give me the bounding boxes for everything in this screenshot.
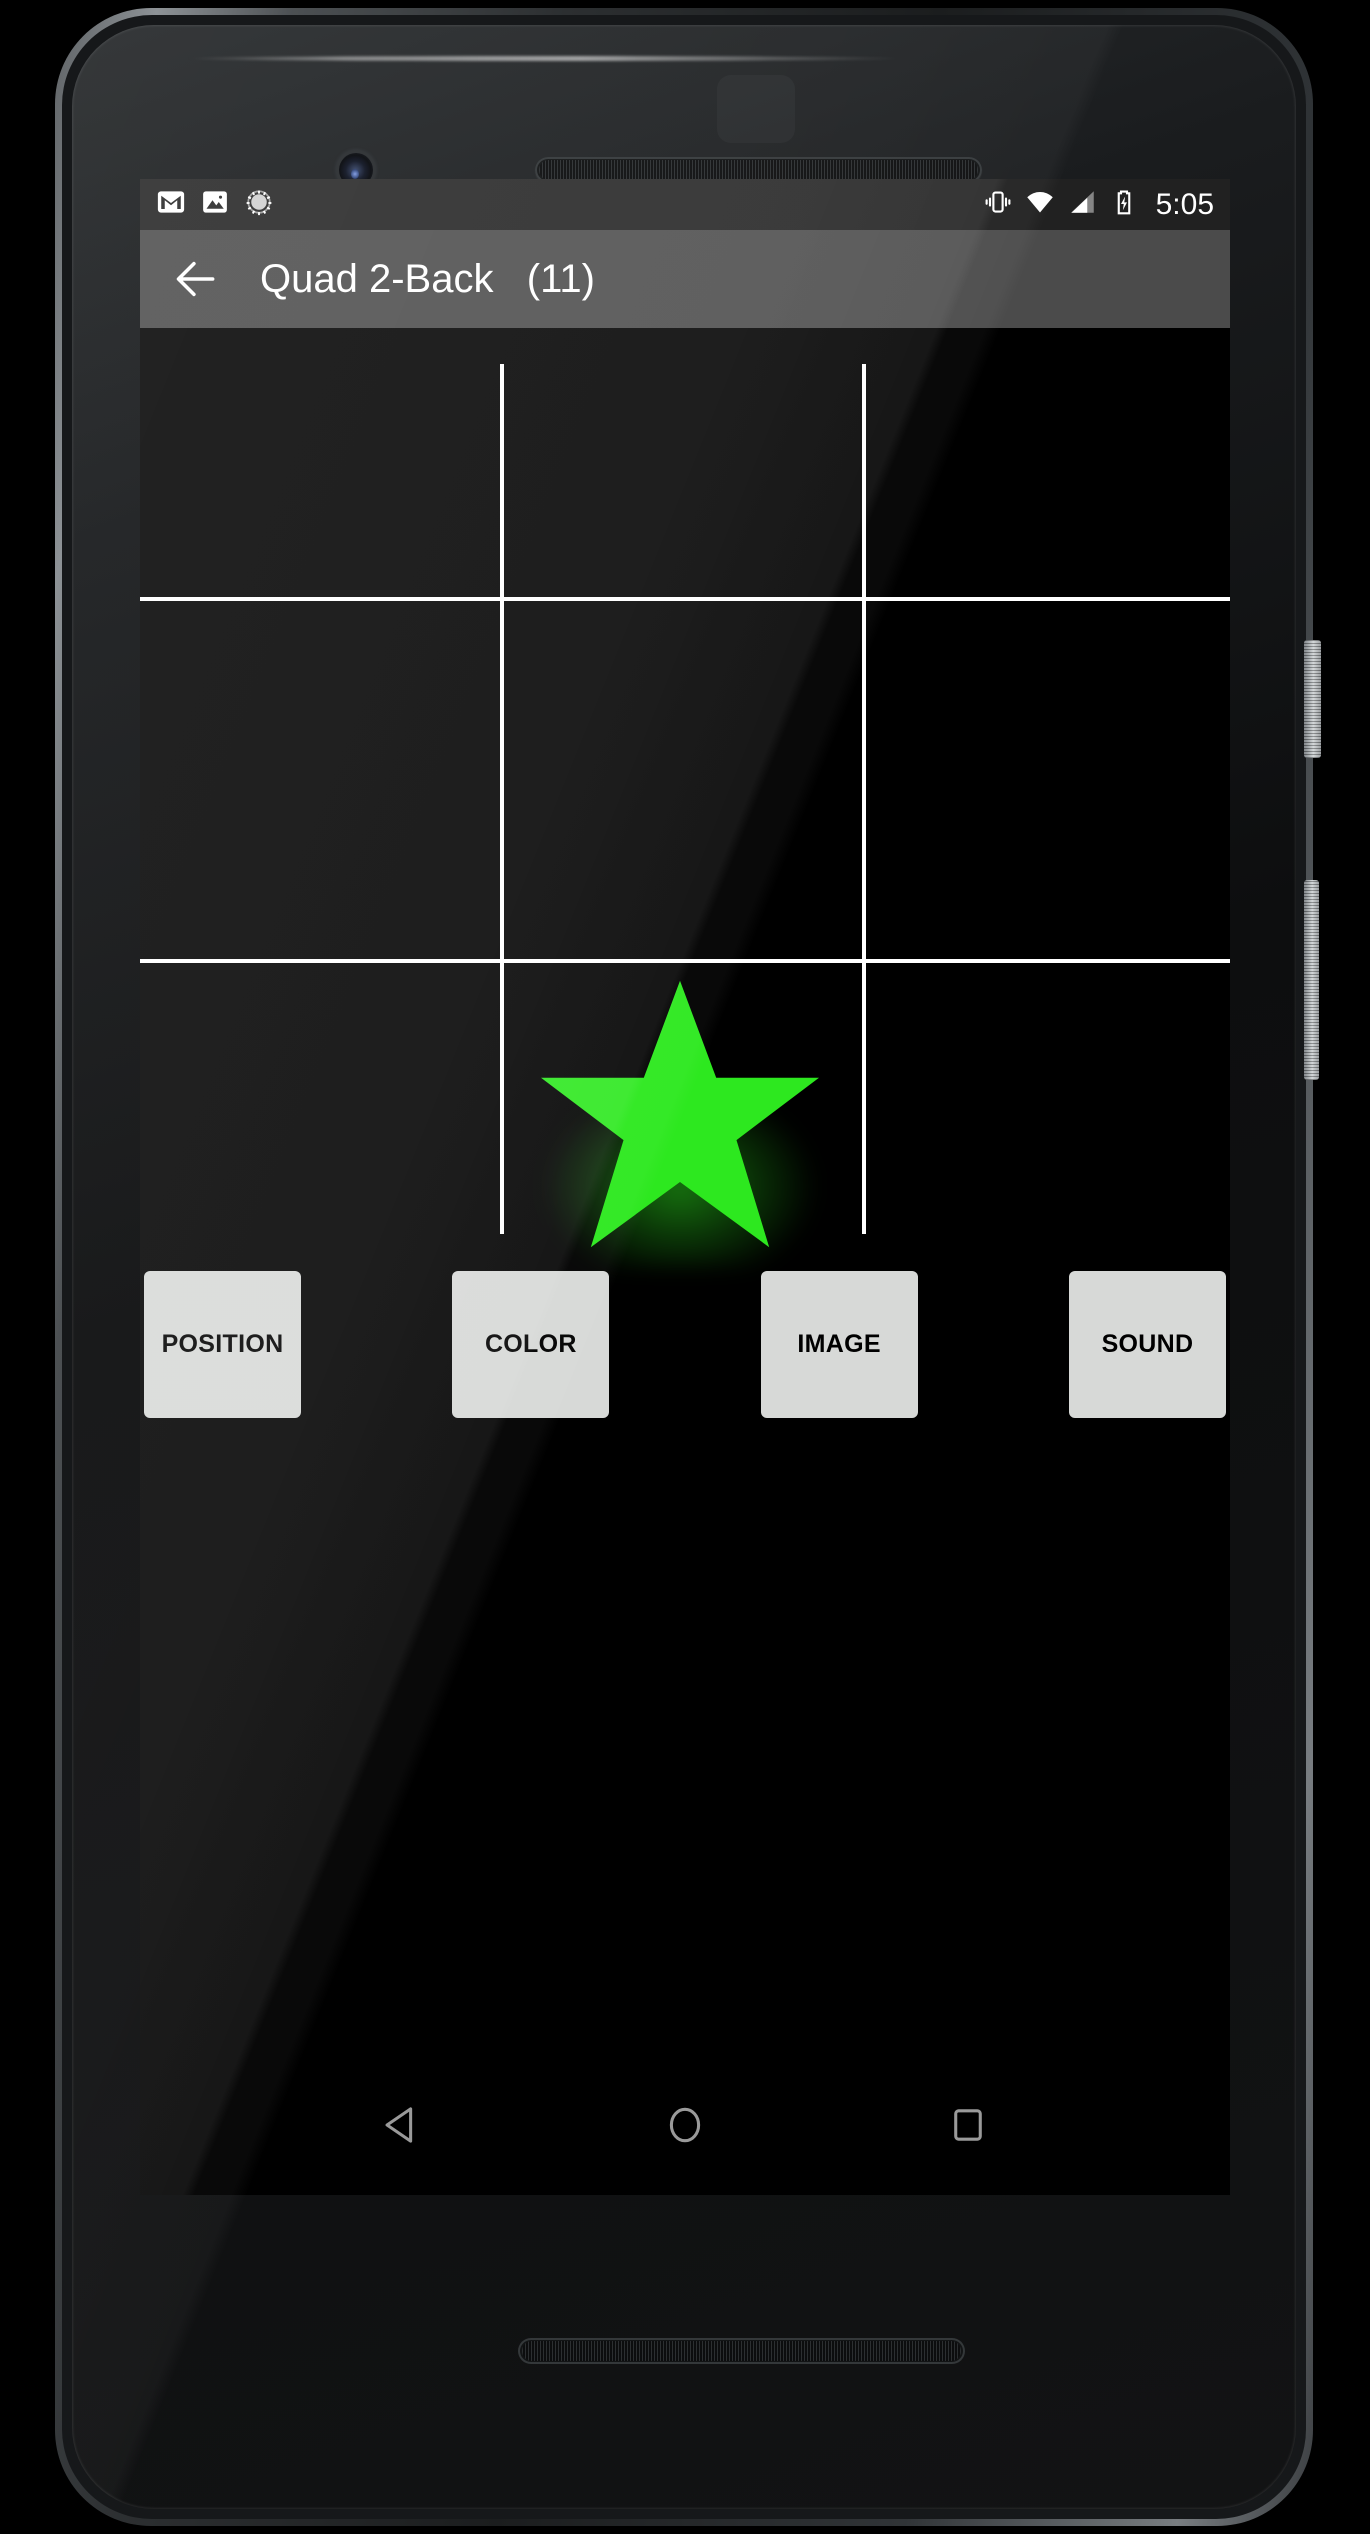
grid-cell-active bbox=[500, 959, 862, 1321]
nav-recents-button[interactable] bbox=[922, 2079, 1014, 2171]
nav-home-button[interactable] bbox=[639, 2079, 731, 2171]
answer-button-row: POSITION COLOR IMAGE SOUND bbox=[140, 1269, 1230, 1419]
bottom-speaker bbox=[518, 2338, 965, 2364]
status-bar: 5:05 bbox=[140, 179, 1230, 230]
star-icon bbox=[541, 980, 819, 1248]
back-arrow-icon[interactable] bbox=[152, 235, 240, 323]
stimulus-star bbox=[535, 975, 825, 1267]
top-bezel bbox=[72, 25, 1296, 187]
image-button[interactable]: IMAGE bbox=[760, 1270, 918, 1418]
app-bar: Quad 2-Back (11) bbox=[140, 230, 1230, 328]
position-button[interactable]: POSITION bbox=[144, 1270, 301, 1418]
page-title: Quad 2-Back (11) bbox=[260, 256, 595, 301]
status-bar-system-icons: 5:05 bbox=[983, 187, 1214, 222]
grid-line-horizontal-1 bbox=[140, 597, 1230, 601]
sync-progress-icon bbox=[244, 187, 274, 222]
sound-button[interactable]: SOUND bbox=[1068, 1270, 1226, 1418]
phone-screen: 5:05 Quad 2-Back (11) POSITION COLOR IMA… bbox=[140, 179, 1230, 2195]
cellular-signal-icon bbox=[1067, 187, 1097, 222]
status-bar-notification-icons bbox=[156, 187, 274, 222]
android-navigation-bar bbox=[140, 2055, 1230, 2195]
photos-icon bbox=[200, 187, 230, 222]
grid-line-vertical-2 bbox=[862, 364, 866, 1234]
vibrate-mode-icon bbox=[983, 187, 1013, 222]
volume-button[interactable] bbox=[1304, 880, 1319, 1080]
color-button[interactable]: COLOR bbox=[452, 1270, 610, 1418]
wifi-icon bbox=[1025, 187, 1055, 222]
game-grid bbox=[140, 328, 1230, 1267]
status-bar-clock: 5:05 bbox=[1155, 187, 1214, 221]
gmail-icon bbox=[156, 187, 186, 222]
nav-back-button[interactable] bbox=[356, 2079, 448, 2171]
phone-device: 5:05 Quad 2-Back (11) POSITION COLOR IMA… bbox=[55, 8, 1321, 2526]
proximity-sensor bbox=[717, 75, 795, 143]
battery-charging-icon bbox=[1109, 187, 1139, 222]
power-button[interactable] bbox=[1304, 640, 1321, 758]
